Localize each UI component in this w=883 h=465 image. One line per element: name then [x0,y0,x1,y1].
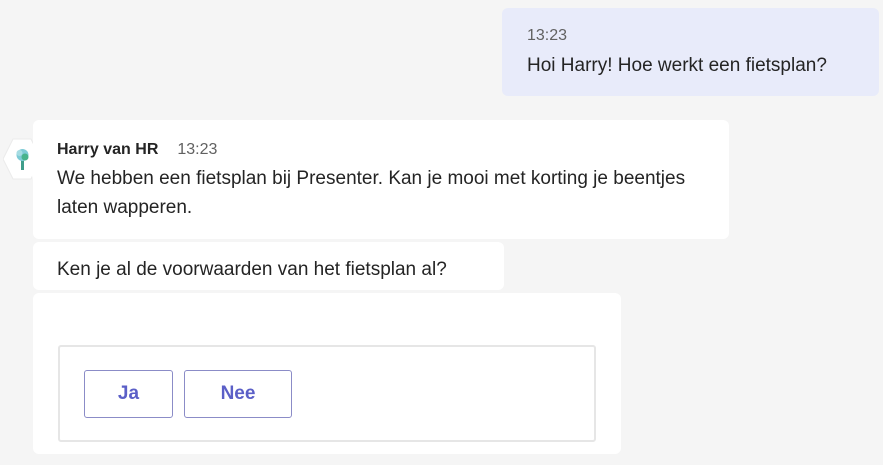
own-message-time: 13:23 [527,27,568,44]
message-text: Ken je al de voorwaarden van het fietspl… [57,259,447,280]
message-text: We hebben een fietsplan bij Presenter. K… [57,168,686,218]
message-header: Harry van HR 13:23 [57,139,705,161]
adaptive-card: Ja Nee [58,345,596,442]
own-message-text: Hoi Harry! Hoe werkt een fietsplan? [527,55,827,76]
ja-button[interactable]: Ja [84,370,173,418]
sender-name[interactable]: Harry van HR [57,139,158,161]
adaptive-card-bubble: Ja Nee [33,293,621,454]
bot-message-bubble: Harry van HR 13:23 We hebben een fietspl… [33,120,729,239]
bot-message-bubble: Ken je al de voorwaarden van het fietspl… [33,242,504,290]
own-message-bubble: 13:23 Hoi Harry! Hoe werkt een fietsplan… [502,8,879,96]
message-time: 13:23 [177,141,218,158]
nee-button[interactable]: Nee [184,370,292,418]
